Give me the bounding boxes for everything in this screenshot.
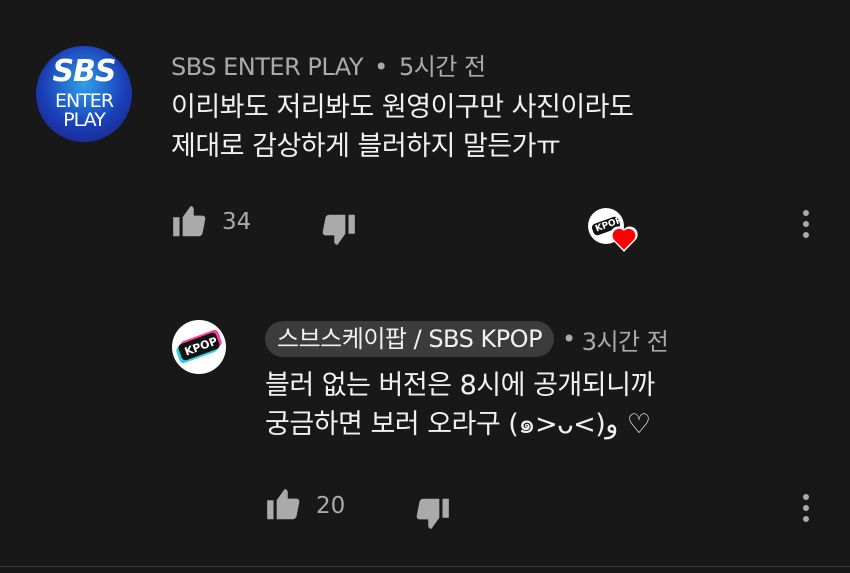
creator-heart[interactable]: KPOP — [588, 208, 640, 256]
avatar-logo-text: SBS — [52, 54, 116, 89]
like-count: 20 — [316, 493, 346, 519]
comment-text: 이리봐도 저리봐도 원영이구만 사진이라도 제대로 감상하게 블러하지 말든가ㅠ — [171, 88, 634, 166]
meta-separator: • — [374, 53, 388, 81]
dislike-button[interactable] — [414, 494, 454, 534]
comment-meta: SBS ENTER PLAY • 5시간 전 — [171, 47, 486, 82]
dislike-button[interactable] — [320, 210, 360, 250]
like-button[interactable] — [170, 203, 210, 243]
comment-timestamp[interactable]: 5시간 전 — [399, 53, 486, 81]
comment-line: 궁금하면 보러 오라구 (๑>ᴗ<)و ♡ — [265, 409, 652, 440]
thumbs-down-icon — [416, 498, 449, 529]
heart-icon — [610, 226, 638, 252]
comment-line: 블러 없는 버전은 8시에 공개되니까 — [265, 370, 655, 401]
like-button[interactable] — [264, 486, 304, 526]
comment-line: 이리봐도 저리봐도 원영이구만 사진이라도 — [171, 92, 634, 123]
reply-avatar[interactable]: KPOP — [172, 320, 226, 374]
more-options-icon[interactable] — [803, 210, 809, 243]
reply-timestamp[interactable]: 3시간 전 — [582, 322, 669, 357]
reply-author-chip[interactable]: 스브스케이팝 / SBS KPOP — [265, 321, 555, 357]
avatar-logo-text: PLAY — [63, 109, 106, 131]
reply-text: 블러 없는 버전은 8시에 공개되니까 궁금하면 보러 오라구 (๑>ᴗ<)و … — [265, 366, 655, 444]
like-count: 34 — [222, 209, 252, 235]
more-options-icon[interactable] — [803, 494, 809, 527]
thumbs-down-icon — [322, 214, 355, 245]
author-avatar[interactable]: SBS ENTER PLAY — [36, 46, 132, 142]
comment-line: 제대로 감상하게 블러하지 말든가ㅠ — [171, 131, 561, 162]
reply-meta: 스브스케이팝 / SBS KPOP • 3시간 전 — [265, 321, 669, 357]
divider — [0, 566, 850, 567]
meta-separator: • — [562, 325, 576, 353]
comment-author[interactable]: SBS ENTER PLAY — [171, 53, 364, 81]
thumbs-up-icon — [267, 489, 300, 520]
thumbs-up-icon — [173, 206, 206, 237]
